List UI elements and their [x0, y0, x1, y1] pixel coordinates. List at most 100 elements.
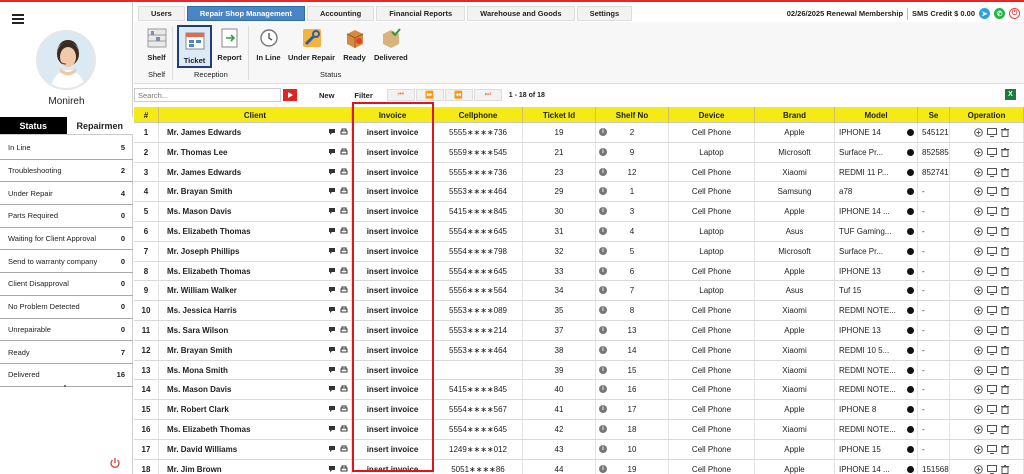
add-icon[interactable]	[974, 286, 983, 296]
trash-icon[interactable]	[1001, 444, 1009, 454]
print-icon[interactable]	[340, 148, 348, 156]
table-row[interactable]: 5 Ms. Mason Davis insert invoice 5415∗∗∗∗84…	[134, 202, 1024, 222]
chat-icon[interactable]	[329, 148, 337, 156]
status-item[interactable]: Unrepairable 0	[0, 319, 133, 342]
trash-icon[interactable]	[1001, 266, 1009, 276]
tab-status[interactable]: Status	[0, 117, 67, 134]
info-icon[interactable]: i	[599, 326, 607, 334]
chat-icon[interactable]	[329, 445, 337, 453]
cell-invoice[interactable]: insert invoice	[367, 148, 419, 157]
nav-tab[interactable]: Repair Shop Management	[186, 6, 305, 21]
info-icon[interactable]: i	[599, 246, 607, 255]
search-go-icon[interactable]	[283, 89, 297, 101]
monitor-icon[interactable]	[987, 207, 997, 217]
power-icon[interactable]: ⏻	[1009, 8, 1020, 19]
column-header[interactable]: Ticket Id	[523, 107, 596, 123]
in-line-button[interactable]: In Line	[256, 25, 281, 62]
monitor-icon[interactable]	[987, 326, 997, 335]
info-icon[interactable]: i	[599, 227, 607, 235]
table-row[interactable]: 1 Mr. James Edwards insert invoice 5555∗∗∗∗…	[134, 123, 1024, 143]
add-icon[interactable]	[974, 128, 983, 137]
table-row[interactable]: 12 Mr. Brayan Smith insert invoice 5553∗∗∗∗…	[134, 340, 1024, 361]
add-icon[interactable]	[974, 306, 983, 315]
monitor-icon[interactable]	[987, 306, 997, 316]
column-header[interactable]: Invoice	[352, 107, 434, 123]
table-row[interactable]: 9 Mr. William Walker insert invoice 5556∗∗∗…	[134, 281, 1024, 302]
power-icon[interactable]	[109, 457, 121, 469]
add-icon[interactable]	[974, 425, 983, 434]
nav-tab[interactable]: Users	[138, 6, 185, 21]
print-icon[interactable]	[340, 227, 348, 235]
cell-invoice[interactable]: insert invoice	[367, 187, 419, 196]
add-icon[interactable]	[974, 147, 983, 157]
info-icon[interactable]: i	[599, 266, 607, 275]
monitor-icon[interactable]	[987, 425, 997, 434]
chat-icon[interactable]	[329, 187, 337, 195]
delivered-button[interactable]: Delivered	[374, 25, 408, 62]
search-input[interactable]	[134, 88, 281, 102]
add-icon[interactable]	[974, 365, 983, 375]
info-icon[interactable]: i	[599, 128, 607, 136]
info-icon[interactable]: i	[599, 286, 607, 295]
table-row[interactable]: 16 Ms. Elizabeth Thomas insert invoice 5554…	[134, 420, 1024, 440]
cell-invoice[interactable]: insert invoice	[367, 326, 419, 335]
add-icon[interactable]	[974, 345, 983, 355]
info-icon[interactable]: i	[599, 147, 607, 156]
monitor-icon[interactable]	[987, 187, 997, 197]
table-row[interactable]: 4 Mr. Brayan Smith insert invoice 5553∗∗∗∗4…	[134, 182, 1024, 203]
info-icon[interactable]: i	[599, 187, 607, 196]
status-item[interactable]: Troubleshooting 2	[0, 160, 133, 183]
shelf-button[interactable]: Shelf	[144, 25, 169, 62]
add-icon[interactable]	[974, 246, 983, 256]
next-page-icon[interactable]: ⏩	[415, 89, 444, 101]
column-header[interactable]: Cellphone	[434, 107, 523, 123]
add-icon[interactable]	[974, 405, 983, 414]
status-item[interactable]: Send to warranty company 0	[0, 250, 133, 274]
add-icon[interactable]	[974, 207, 983, 216]
trash-icon[interactable]	[1001, 167, 1009, 177]
filter-button[interactable]: Filter	[346, 88, 380, 102]
chat-icon[interactable]	[329, 366, 337, 374]
monitor-icon[interactable]	[987, 345, 997, 355]
tab-repairmen[interactable]: Repairmen	[66, 117, 133, 134]
cell-invoice[interactable]: insert invoice	[367, 267, 419, 276]
column-header[interactable]: Shelf No	[596, 107, 669, 123]
trash-icon[interactable]	[1001, 385, 1009, 395]
monitor-icon[interactable]	[987, 128, 997, 137]
monitor-icon[interactable]	[987, 167, 997, 177]
print-icon[interactable]	[340, 445, 348, 453]
cell-invoice[interactable]: insert invoice	[367, 207, 419, 216]
monitor-icon[interactable]	[987, 464, 997, 474]
cell-invoice[interactable]: insert invoice	[367, 465, 419, 474]
column-header[interactable]: Brand	[755, 107, 835, 123]
print-icon[interactable]	[340, 346, 348, 354]
new-button[interactable]: New	[311, 88, 342, 102]
monitor-icon[interactable]	[987, 385, 997, 395]
info-icon[interactable]: i	[599, 365, 607, 374]
status-item[interactable]: No Problem Detected 0	[0, 296, 133, 319]
monitor-icon[interactable]	[987, 147, 997, 157]
add-icon[interactable]	[974, 464, 983, 474]
table-row[interactable]: 18 Mr. Jim Brown insert invoice 5051∗∗∗∗86 4…	[134, 459, 1024, 474]
status-item[interactable]: Waiting for Client Approval 0	[0, 228, 133, 251]
monitor-icon[interactable]	[987, 365, 997, 375]
trash-icon[interactable]	[1001, 128, 1009, 137]
cell-invoice[interactable]: insert invoice	[367, 385, 419, 394]
prev-page-icon[interactable]: ⏪	[444, 89, 473, 101]
chat-icon[interactable]	[329, 247, 337, 255]
last-page-icon[interactable]: ⏭	[473, 89, 502, 101]
trash-icon[interactable]	[1001, 405, 1009, 415]
table-row[interactable]: 17 Mr. David Williams insert invoice 1249∗∗…	[134, 439, 1024, 460]
telegram-icon[interactable]: ➤	[979, 8, 990, 19]
chat-icon[interactable]	[329, 168, 337, 176]
cell-invoice[interactable]: insert invoice	[367, 286, 419, 295]
trash-icon[interactable]	[1001, 286, 1009, 296]
print-icon[interactable]	[340, 425, 348, 433]
nav-tab[interactable]: Financial Reports	[376, 6, 466, 21]
ready-button[interactable]: Ready	[342, 25, 367, 62]
monitor-icon[interactable]	[987, 444, 997, 454]
add-icon[interactable]	[974, 167, 983, 177]
trash-icon[interactable]	[1001, 365, 1009, 375]
table-row[interactable]: 3 Mr. James Edwards insert invoice 5555∗∗∗∗…	[134, 162, 1024, 183]
info-icon[interactable]: i	[599, 425, 607, 433]
